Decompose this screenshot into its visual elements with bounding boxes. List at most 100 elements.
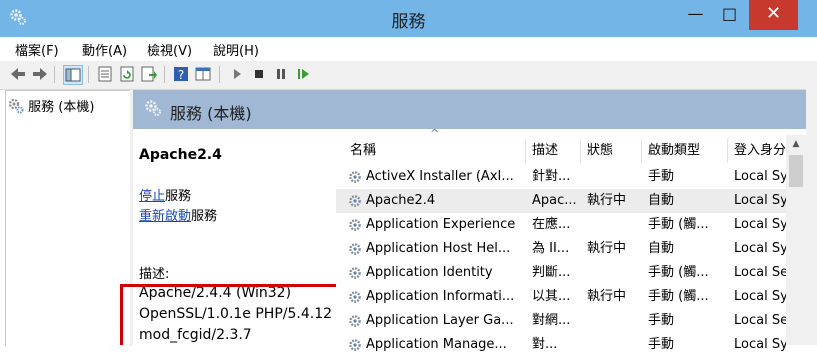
cell-description: 對... xyxy=(532,337,558,352)
menu-bar: 檔案(F) 動作(A) 檢視(V) 說明(H) xyxy=(0,37,817,61)
description-label: 描述: xyxy=(139,267,170,282)
cell-startup-type: 手動 xyxy=(648,313,675,328)
column-header-description[interactable]: 描述 xyxy=(526,139,581,163)
cell-status: 執行中 xyxy=(587,193,627,208)
vertical-scrollbar[interactable]: ▲ xyxy=(786,135,806,345)
pause-service-icon[interactable] xyxy=(272,65,290,83)
service-gear-icon xyxy=(349,267,361,279)
cell-name: ActiveX Installer (AxI... xyxy=(366,169,514,184)
restart-action: 重新啟動服務 xyxy=(139,205,217,224)
table-row[interactable]: Application Informati... 以其... 執行中 手動 (觸...… xyxy=(336,285,806,309)
cell-description: 對網... xyxy=(532,313,571,328)
column-header-name[interactable]: 名稱 xyxy=(344,139,526,163)
table-row[interactable]: Application Experience 在應... 手動 (觸... Local… xyxy=(336,213,806,237)
svg-text:?: ? xyxy=(178,68,184,82)
cell-startup-type: 手動 xyxy=(648,337,675,352)
close-button[interactable]: ✕ xyxy=(749,0,798,30)
stop-service-icon[interactable] xyxy=(250,65,268,83)
services-gear-icon xyxy=(145,100,161,116)
pane-title: 服務 (本機) xyxy=(170,104,252,123)
cell-description: 在應... xyxy=(532,217,571,232)
cell-name: Application Manage... xyxy=(366,337,507,352)
table-row[interactable]: Application Layer Ga... 對網... 手動 Local Se xyxy=(336,309,806,333)
column-header-status[interactable]: 狀態 xyxy=(581,139,642,163)
service-name: Apache2.4 xyxy=(139,147,222,163)
stop-suffix: 服務 xyxy=(165,189,192,204)
cell-status xyxy=(587,309,642,333)
export-list-icon[interactable] xyxy=(140,65,158,83)
services-gear-icon xyxy=(8,98,24,114)
table-row[interactable]: ActiveX Installer (AxI... 針對... 手動 Local Sy xyxy=(336,165,806,189)
toolbar-separator xyxy=(164,66,165,83)
column-header-startup-type[interactable]: 啟動類型 xyxy=(642,139,728,163)
scrollbar-thumb[interactable] xyxy=(789,155,803,187)
help-icon[interactable]: ? xyxy=(172,65,190,83)
table-header: 名稱 描述 狀態 啟動類型 登入身分 xyxy=(336,139,806,163)
show-hide-tree-icon[interactable] xyxy=(63,65,83,85)
toolbar-separator xyxy=(219,66,220,83)
menu-file[interactable]: 檔案(F) xyxy=(15,40,59,59)
title-bar: 服務 — □ ✕ xyxy=(0,0,817,37)
cell-startup-type: 自動 xyxy=(648,241,675,256)
cell-name: Application Identity xyxy=(366,265,493,280)
cell-description: 判斷... xyxy=(532,265,571,280)
cell-status: 執行中 xyxy=(587,289,627,304)
properties-icon[interactable] xyxy=(96,65,114,83)
stop-action: 停止服務 xyxy=(139,185,191,204)
service-gear-icon xyxy=(349,219,361,231)
service-gear-icon xyxy=(349,339,361,351)
forward-arrow-icon[interactable] xyxy=(31,65,49,83)
services-table: ^ 名稱 描述 狀態 啟動類型 登入身分 ActiveX Installer (… xyxy=(336,127,806,352)
table-row[interactable]: Apache2.4 Apac... 執行中 自動 Local Sy xyxy=(336,189,806,213)
highlight-box xyxy=(120,284,342,345)
service-gear-icon xyxy=(349,291,361,303)
start-service-icon[interactable] xyxy=(228,65,246,83)
refresh-icon[interactable] xyxy=(118,65,136,83)
maximize-button[interactable]: □ xyxy=(715,0,744,30)
menu-help[interactable]: 說明(H) xyxy=(213,40,259,59)
toolbar-separator xyxy=(88,66,89,83)
cell-description: 針對... xyxy=(532,169,571,184)
table-row[interactable]: Application Identity 判斷... 手動 (觸... Local S… xyxy=(336,261,806,285)
cell-description: 為 II... xyxy=(532,241,570,256)
cell-name: Application Informati... xyxy=(366,289,515,304)
cell-name: Application Host Hel... xyxy=(366,241,511,256)
cell-status: 執行中 xyxy=(587,241,627,256)
cell-startup-type: 手動 (觸... xyxy=(648,265,709,280)
window-edge xyxy=(806,61,817,345)
back-arrow-icon[interactable] xyxy=(9,65,27,83)
cell-startup-type: 自動 xyxy=(648,193,675,208)
cell-status xyxy=(587,333,642,357)
menu-action[interactable]: 動作(A) xyxy=(82,40,127,59)
minimize-button[interactable]: — xyxy=(681,0,710,30)
table-row[interactable]: Application Host Hel... 為 II... 執行中 自動 Local… xyxy=(336,237,806,261)
tree-item-services-local[interactable]: 服務 (本機) xyxy=(8,96,94,115)
restart-service-link[interactable]: 重新啟動 xyxy=(139,209,191,224)
restart-suffix: 服務 xyxy=(191,209,218,224)
stop-service-link[interactable]: 停止 xyxy=(139,189,165,204)
cell-startup-type: 手動 xyxy=(648,169,675,184)
cell-name: Apache2.4 xyxy=(366,193,436,208)
tree-item-label: 服務 (本機) xyxy=(28,100,95,115)
toolbar: ? xyxy=(0,61,817,90)
service-gear-icon xyxy=(349,195,361,207)
cell-description: 以其... xyxy=(532,289,571,304)
table-row[interactable]: Application Manage... 對... 手動 Local Sy xyxy=(336,333,806,357)
cell-startup-type: 手動 (觸... xyxy=(648,289,709,304)
toolbar-separator xyxy=(54,66,55,83)
service-gear-icon xyxy=(349,315,361,327)
console-view-icon[interactable] xyxy=(194,65,212,83)
cell-name: Application Experience xyxy=(366,217,516,232)
menu-view[interactable]: 檢視(V) xyxy=(147,40,192,59)
cell-status xyxy=(587,213,642,237)
console-tree: 服務 (本機) xyxy=(5,90,131,346)
cell-name: Application Layer Ga... xyxy=(366,313,514,328)
cell-description: Apac... xyxy=(532,193,577,208)
cell-status xyxy=(587,261,642,285)
pane-header: 服務 (本機) xyxy=(133,90,806,129)
scroll-up-arrow-icon[interactable]: ▲ xyxy=(786,135,806,153)
service-gear-icon xyxy=(349,171,361,183)
restart-service-icon[interactable] xyxy=(294,65,312,83)
service-gear-icon xyxy=(349,243,361,255)
cell-status xyxy=(587,165,642,189)
